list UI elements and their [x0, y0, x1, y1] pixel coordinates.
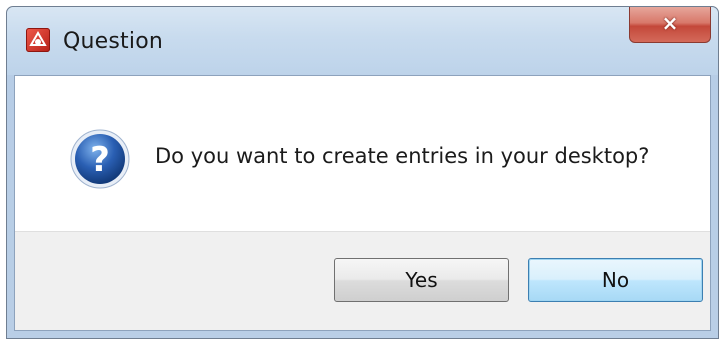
close-icon: × — [661, 11, 679, 35]
title-bar[interactable]: Question × — [7, 7, 718, 75]
dialog-content: ? Do you want to create entries in your … — [14, 75, 711, 331]
button-bar: Yes No — [15, 231, 710, 330]
svg-text:?: ? — [90, 140, 110, 180]
question-icon: ? — [69, 128, 131, 190]
no-button[interactable]: No — [528, 258, 703, 302]
app-icon — [26, 28, 50, 52]
yes-button[interactable]: Yes — [334, 258, 509, 302]
window-title: Question — [63, 29, 163, 54]
dialog-window: Question × ? Do you want to create entri… — [6, 6, 719, 339]
message-area: ? Do you want to create entries in your … — [15, 76, 710, 238]
message-text: Do you want to create entries in your de… — [155, 144, 650, 168]
close-button[interactable]: × — [629, 7, 711, 43]
